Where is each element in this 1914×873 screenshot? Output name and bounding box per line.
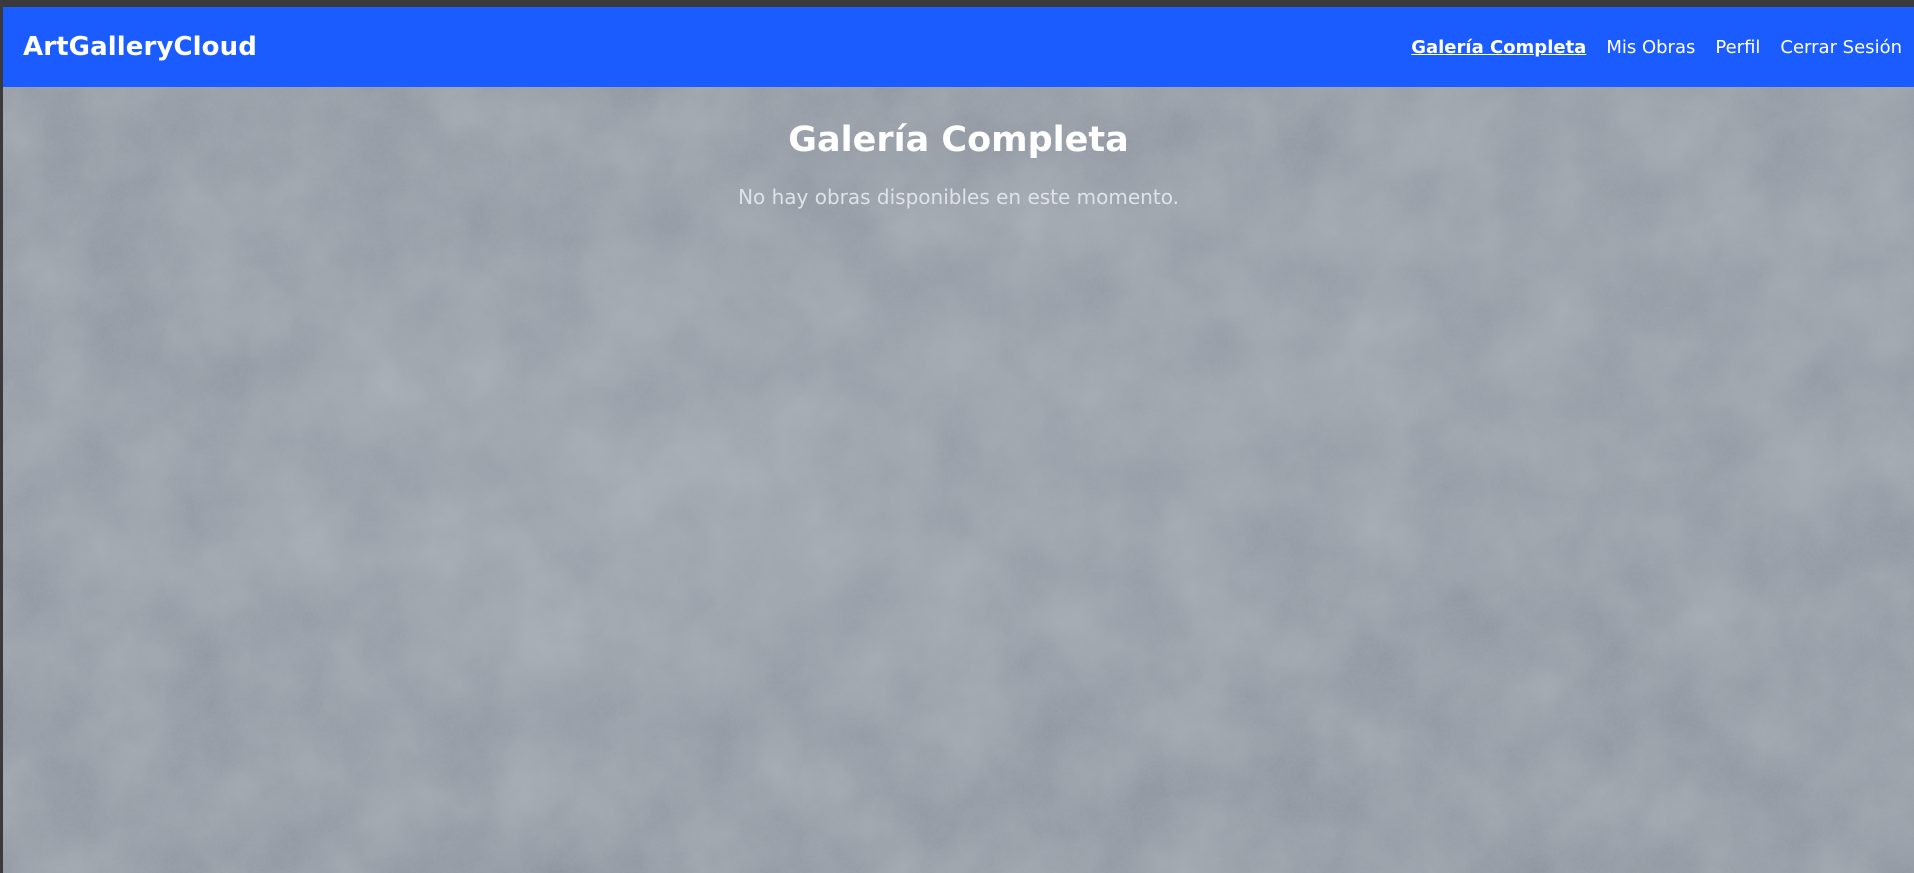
- nav-link-perfil[interactable]: Perfil: [1715, 37, 1760, 58]
- nav-link-cerrar-sesion[interactable]: Cerrar Sesión: [1780, 37, 1902, 58]
- nav-link-galeria-completa[interactable]: Galería Completa: [1411, 37, 1586, 58]
- window-border: [0, 7, 3, 873]
- main-content: Galería Completa No hay obras disponible…: [3, 87, 1914, 211]
- nav-link-mis-obras[interactable]: Mis Obras: [1606, 37, 1695, 58]
- empty-state-message: No hay obras disponibles en este momento…: [738, 185, 1179, 209]
- top-navbar: ArtGalleryCloud Galería Completa Mis Obr…: [3, 7, 1914, 87]
- page-title: Galería Completa: [788, 120, 1129, 160]
- app-page: ArtGalleryCloud Galería Completa Mis Obr…: [0, 7, 1914, 873]
- nav-links: Galería Completa Mis Obras Perfil Cerrar…: [1411, 7, 1902, 87]
- brand-logo[interactable]: ArtGalleryCloud: [23, 7, 257, 87]
